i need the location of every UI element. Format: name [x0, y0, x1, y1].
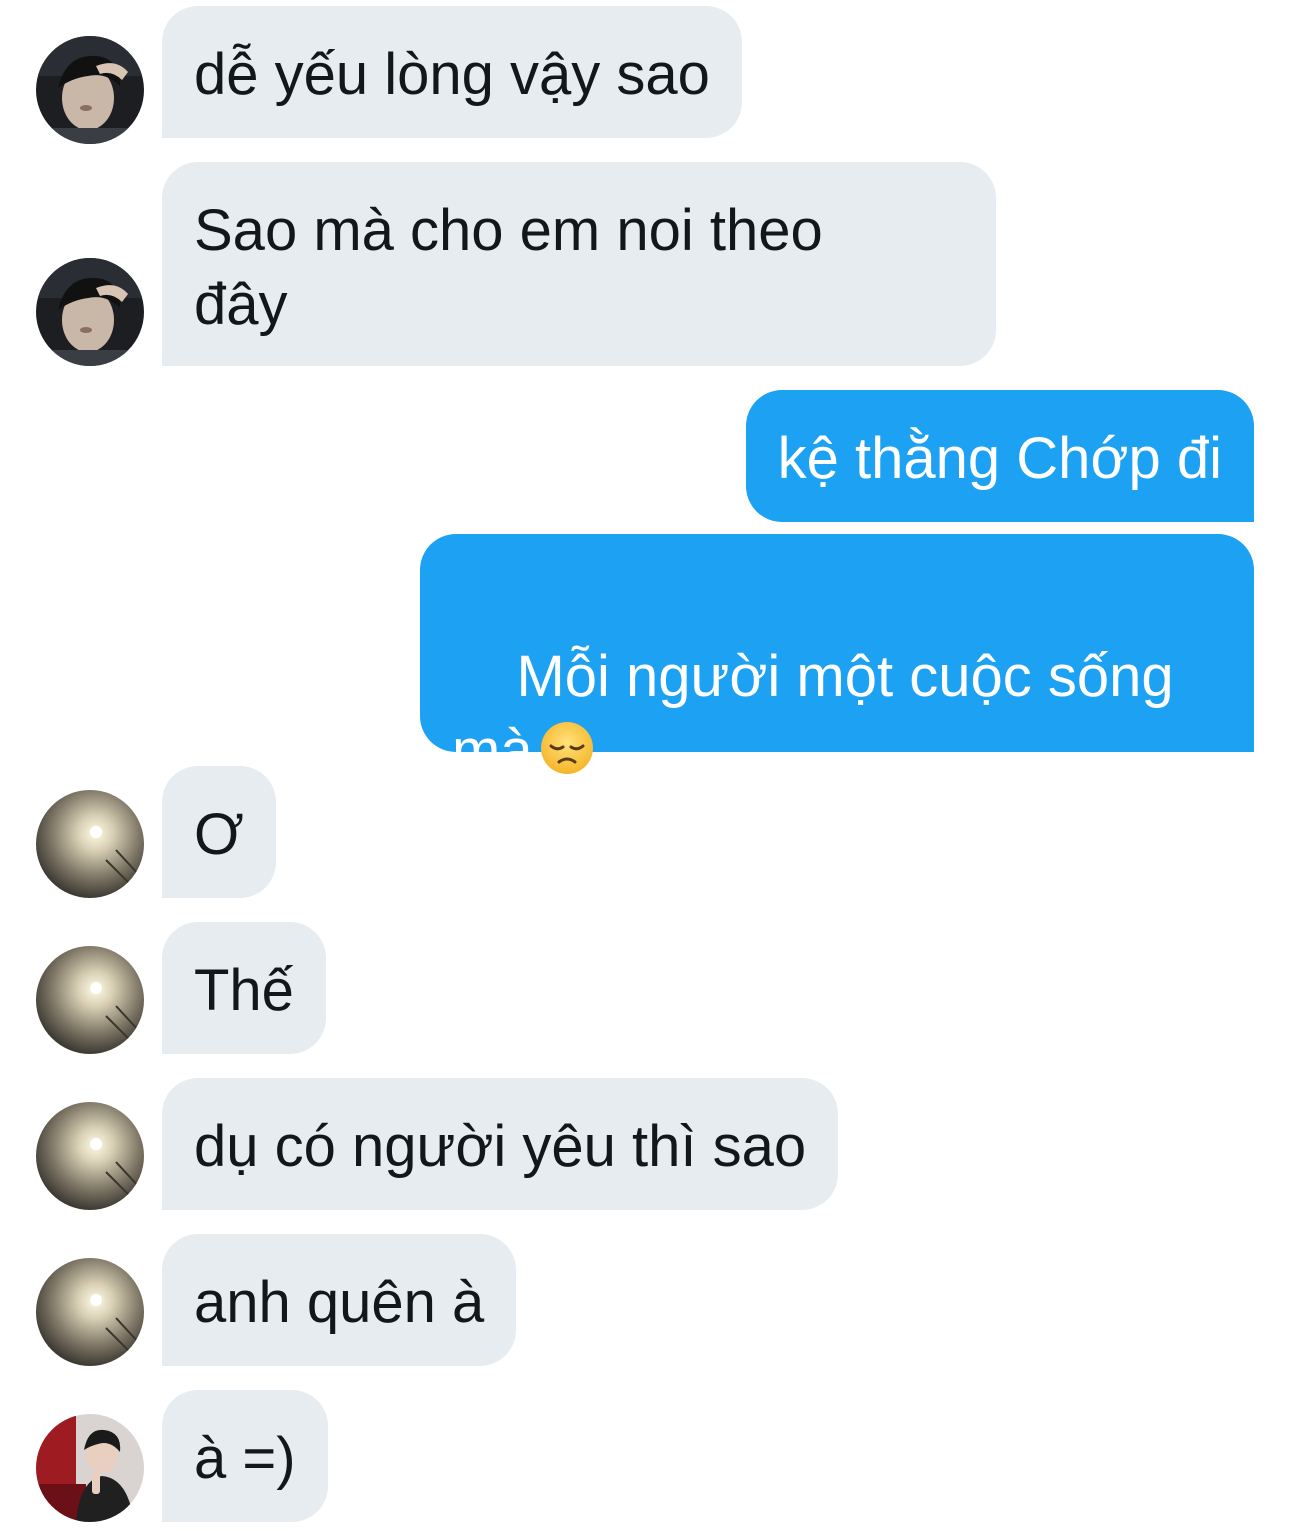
- avatar[interactable]: [36, 1102, 144, 1210]
- avatar-photo-icon: [36, 1102, 144, 1210]
- message-bubble[interactable]: Ơ: [162, 766, 276, 898]
- message-bubble[interactable]: dụ có người yêu thì sao: [162, 1078, 839, 1210]
- message-bubble[interactable]: kệ thằng Chớp đi: [745, 390, 1254, 522]
- avatar[interactable]: [36, 790, 144, 898]
- avatar[interactable]: [36, 1414, 144, 1522]
- message-row-incoming: dụ có người yêu thì sao: [0, 1078, 1290, 1210]
- avatar[interactable]: [36, 258, 144, 366]
- avatar[interactable]: [36, 36, 144, 144]
- message-row-incoming: Ơ: [0, 766, 1290, 898]
- avatar-photo-icon: [36, 258, 144, 366]
- message-row-outgoing: kệ thằng Chớp đi: [0, 390, 1290, 522]
- avatar-photo-icon: [36, 790, 144, 898]
- avatar[interactable]: [36, 946, 144, 1054]
- message-row-incoming: anh quên à: [0, 1234, 1290, 1366]
- avatar-photo-icon: [36, 1414, 144, 1522]
- message-bubble[interactable]: anh quên à: [162, 1234, 517, 1366]
- message-bubble[interactable]: dễ yếu lòng vậy sao: [162, 6, 742, 138]
- avatar-photo-icon: [36, 36, 144, 144]
- message-row-incoming: Sao mà cho em noi theo đây: [0, 162, 1290, 366]
- avatar-photo-icon: [36, 946, 144, 1054]
- message-row-incoming: Thế: [0, 922, 1290, 1054]
- avatar[interactable]: [36, 1258, 144, 1366]
- message-row-incoming: à =): [0, 1390, 1290, 1522]
- message-row-outgoing: Mỗi người một cuộc sống mà: [0, 534, 1290, 783]
- message-bubble[interactable]: Mỗi người một cuộc sống mà: [420, 534, 1254, 783]
- message-bubble[interactable]: Thế: [162, 922, 326, 1054]
- avatar-photo-icon: [36, 1258, 144, 1366]
- message-bubble[interactable]: Sao mà cho em noi theo đây: [162, 162, 996, 366]
- message-row-incoming: dễ yếu lòng vậy sao: [0, 6, 1290, 144]
- message-bubble[interactable]: à =): [162, 1390, 328, 1522]
